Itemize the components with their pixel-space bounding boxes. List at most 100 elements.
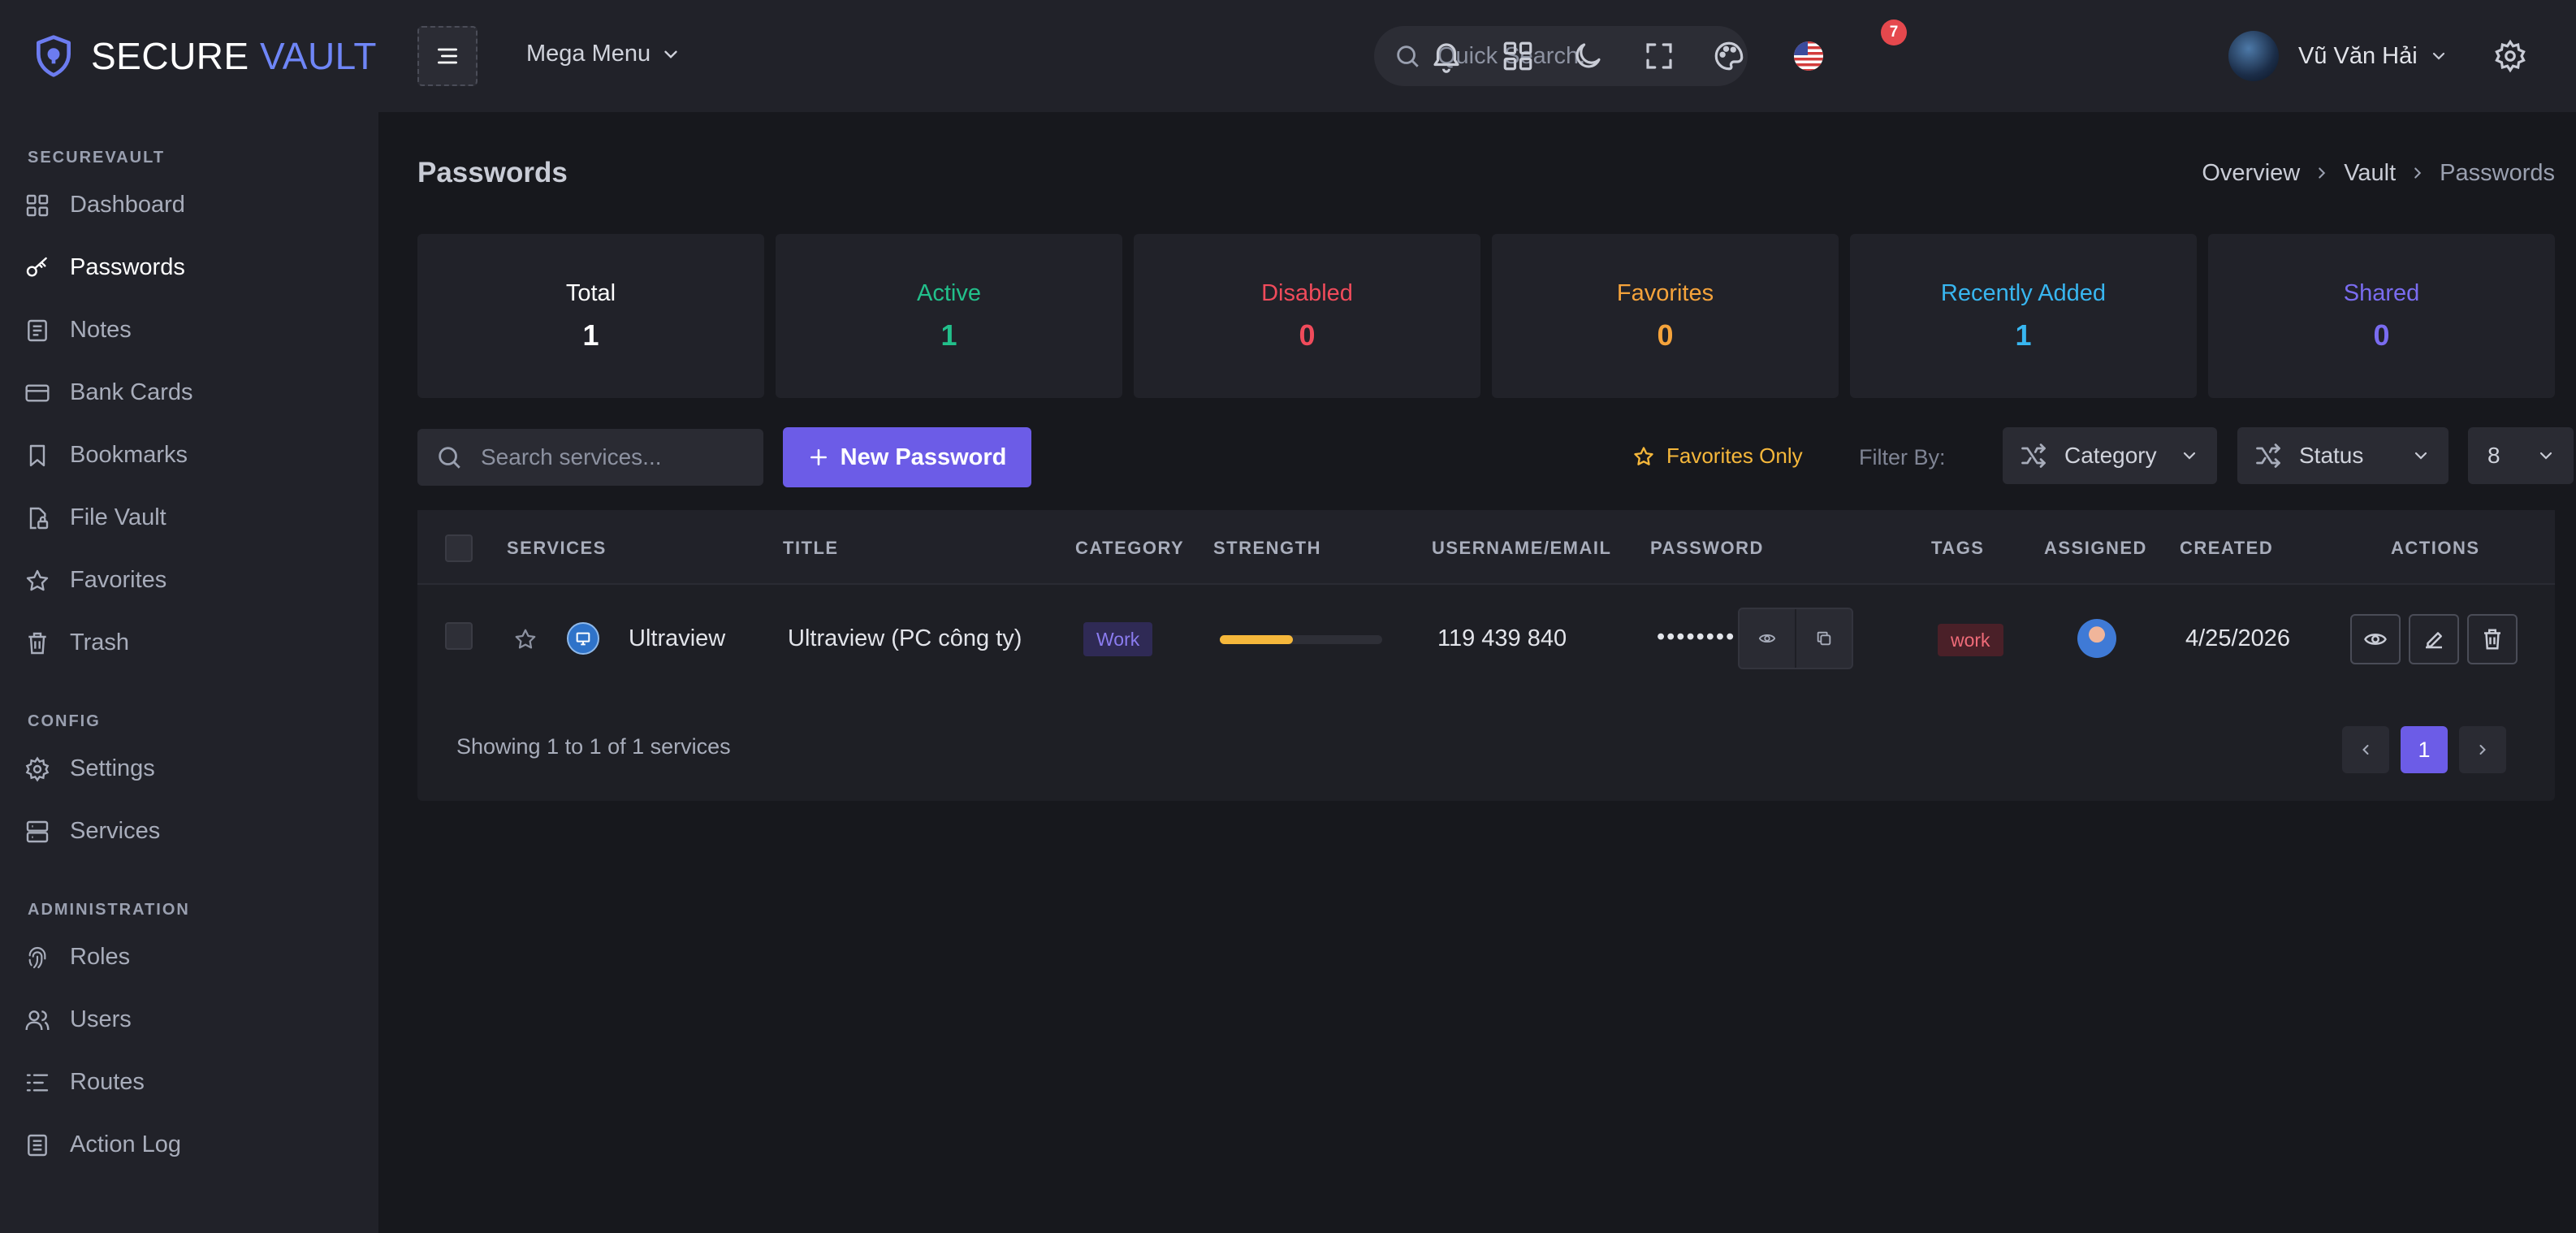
stat-card-active[interactable]: Active 1 bbox=[776, 234, 1122, 398]
sidebar-item-label: Favorites bbox=[70, 567, 167, 593]
chevron-down-icon bbox=[2183, 452, 2196, 460]
page-header: Passwords Overview Vault Passwords bbox=[417, 112, 2555, 234]
content: Passwords Overview Vault Passwords Total… bbox=[378, 112, 2576, 801]
server-icon bbox=[26, 820, 49, 842]
search-icon bbox=[1397, 45, 1419, 67]
stat-card-favorites[interactable]: Favorites 0 bbox=[1492, 234, 1839, 398]
select-all-checkbox[interactable] bbox=[445, 534, 473, 562]
fingerprint-icon bbox=[28, 946, 46, 968]
chevron-down-icon bbox=[2539, 452, 2552, 460]
main: Mega Menu Quick Search... 7 Vũ Văn Hải P… bbox=[378, 0, 2576, 1233]
stat-card-recently-added[interactable]: Recently Added 1 bbox=[1850, 234, 2197, 398]
view-button[interactable] bbox=[2350, 614, 2401, 664]
user-menu[interactable]: Vũ Văn Hải bbox=[2228, 31, 2448, 81]
column-header-title[interactable]: TITLE bbox=[783, 538, 839, 559]
gear-icon bbox=[2495, 39, 2526, 73]
service-name[interactable]: Ultraview bbox=[629, 625, 725, 652]
stat-label: Active bbox=[917, 279, 981, 306]
reveal-password-button[interactable] bbox=[1740, 609, 1795, 668]
routes-icon bbox=[26, 1073, 49, 1092]
column-header-assigned: ASSIGNED bbox=[2044, 538, 2147, 558]
language-flag-button[interactable] bbox=[1793, 41, 1824, 71]
column-header-created[interactable]: CREATED bbox=[2180, 538, 2273, 559]
stat-label: Shared bbox=[2343, 279, 2420, 306]
sidebar-item-label: Action Log bbox=[70, 1131, 182, 1157]
eye-icon bbox=[2364, 634, 2387, 645]
sidebar-item-label: Notes bbox=[70, 317, 132, 343]
column-header-services[interactable]: SERVICES bbox=[507, 538, 607, 559]
favorite-star-icon[interactable] bbox=[513, 627, 538, 651]
brand[interactable]: SECURE VAULT bbox=[0, 0, 378, 112]
sidebar-item-label: Dashboard bbox=[70, 192, 185, 218]
sidebar-item-routes[interactable]: Routes bbox=[0, 1051, 378, 1114]
next-page-button[interactable] bbox=[2459, 726, 2506, 773]
users-icon bbox=[25, 1010, 50, 1030]
sidebar-item-action-log[interactable]: Action Log bbox=[0, 1114, 378, 1176]
sidebar-item-users[interactable]: Users bbox=[0, 989, 378, 1051]
service-search[interactable] bbox=[417, 429, 763, 486]
sidebar-item-favorites[interactable]: Favorites bbox=[0, 549, 378, 612]
prev-page-button[interactable] bbox=[2342, 726, 2389, 773]
stat-label: Recently Added bbox=[1940, 279, 2107, 306]
user-name: Vũ Văn Hải bbox=[2298, 42, 2418, 69]
stat-value: 0 bbox=[2373, 318, 2390, 352]
page-size-dropdown[interactable]: 8 bbox=[2468, 427, 2574, 484]
sidebar-item-notes[interactable]: Notes bbox=[0, 299, 378, 361]
notifications-button[interactable] bbox=[1429, 39, 1463, 73]
breadcrumb-current: Passwords bbox=[2440, 159, 2555, 186]
stat-value: 1 bbox=[940, 318, 957, 352]
stat-label: Favorites bbox=[1616, 279, 1714, 306]
stat-card-total[interactable]: Total 1 bbox=[417, 234, 764, 398]
breadcrumb-overview[interactable]: Overview bbox=[2202, 160, 2300, 187]
column-header-category[interactable]: CATEGORY bbox=[1075, 538, 1184, 559]
sidebar-item-dashboard[interactable]: Dashboard bbox=[0, 174, 378, 236]
sidebar-item-bookmarks[interactable]: Bookmarks bbox=[0, 424, 378, 487]
page-1-button[interactable]: 1 bbox=[2401, 726, 2448, 773]
column-header-strength[interactable]: STRENGTH bbox=[1213, 538, 1321, 559]
chevron-down-icon bbox=[664, 50, 677, 58]
edit-icon bbox=[2426, 632, 2442, 649]
sidebar-item-services[interactable]: Services bbox=[0, 800, 378, 863]
column-header-username[interactable]: USERNAME/EMAIL bbox=[1432, 538, 1611, 559]
sidebar-item-trash[interactable]: Trash bbox=[0, 612, 378, 674]
stat-card-shared[interactable]: Shared 0 bbox=[2208, 234, 2555, 398]
column-header-password: PASSWORD bbox=[1650, 538, 1764, 558]
copy-password-button[interactable] bbox=[1795, 609, 1852, 668]
service-search-input[interactable] bbox=[481, 444, 757, 470]
sidebar-item-settings[interactable]: Settings bbox=[0, 738, 378, 800]
delete-button[interactable] bbox=[2467, 614, 2518, 664]
sidebar-item-passwords[interactable]: Passwords bbox=[0, 236, 378, 299]
filter-by-label: Filter By: bbox=[1859, 445, 1946, 469]
breadcrumb-vault[interactable]: Vault bbox=[2344, 160, 2396, 187]
theme-palette-button[interactable] bbox=[1712, 39, 1746, 73]
row-checkbox[interactable] bbox=[445, 622, 473, 650]
theme-toggle-button[interactable] bbox=[1571, 39, 1605, 73]
credit-card-icon bbox=[25, 383, 50, 402]
chevron-right-icon bbox=[2414, 167, 2422, 179]
column-header-tags: TAGS bbox=[1931, 538, 1985, 558]
stat-card-disabled[interactable]: Disabled 0 bbox=[1134, 234, 1480, 398]
shield-logo-icon bbox=[37, 35, 71, 77]
mega-menu-dropdown[interactable]: Mega Menu bbox=[526, 41, 681, 67]
status-filter-dropdown[interactable]: Status bbox=[2237, 427, 2448, 484]
favorites-only-toggle[interactable]: Favorites Only bbox=[1632, 443, 1803, 469]
brand-name: SECURE VAULT bbox=[91, 34, 377, 78]
sidebar-item-bank-cards[interactable]: Bank Cards bbox=[0, 361, 378, 424]
edit-button[interactable] bbox=[2409, 614, 2459, 664]
stat-value: 1 bbox=[582, 318, 599, 352]
password-title: Ultraview (PC công ty) bbox=[788, 625, 1022, 651]
sidebar-item-roles[interactable]: Roles bbox=[0, 926, 378, 989]
sidebar: SECURE VAULT SECUREVAULT Dashboard Passw… bbox=[0, 0, 378, 1233]
sidebar-item-label: Settings bbox=[70, 755, 155, 781]
fullscreen-button[interactable] bbox=[1642, 39, 1676, 73]
chevron-down-icon bbox=[2414, 452, 2427, 460]
new-password-button[interactable]: New Password bbox=[783, 427, 1031, 487]
settings-button[interactable] bbox=[2493, 39, 2527, 73]
menu-toggle-button[interactable] bbox=[417, 26, 478, 86]
category-filter-dropdown[interactable]: Category bbox=[2003, 427, 2217, 484]
apps-button[interactable] bbox=[1501, 39, 1535, 73]
brand-name-main: SECURE bbox=[91, 35, 249, 77]
table-footer: Showing 1 to 1 of 1 services 1 bbox=[417, 694, 2555, 801]
star-icon bbox=[26, 569, 49, 591]
sidebar-item-file-vault[interactable]: File Vault bbox=[0, 487, 378, 549]
